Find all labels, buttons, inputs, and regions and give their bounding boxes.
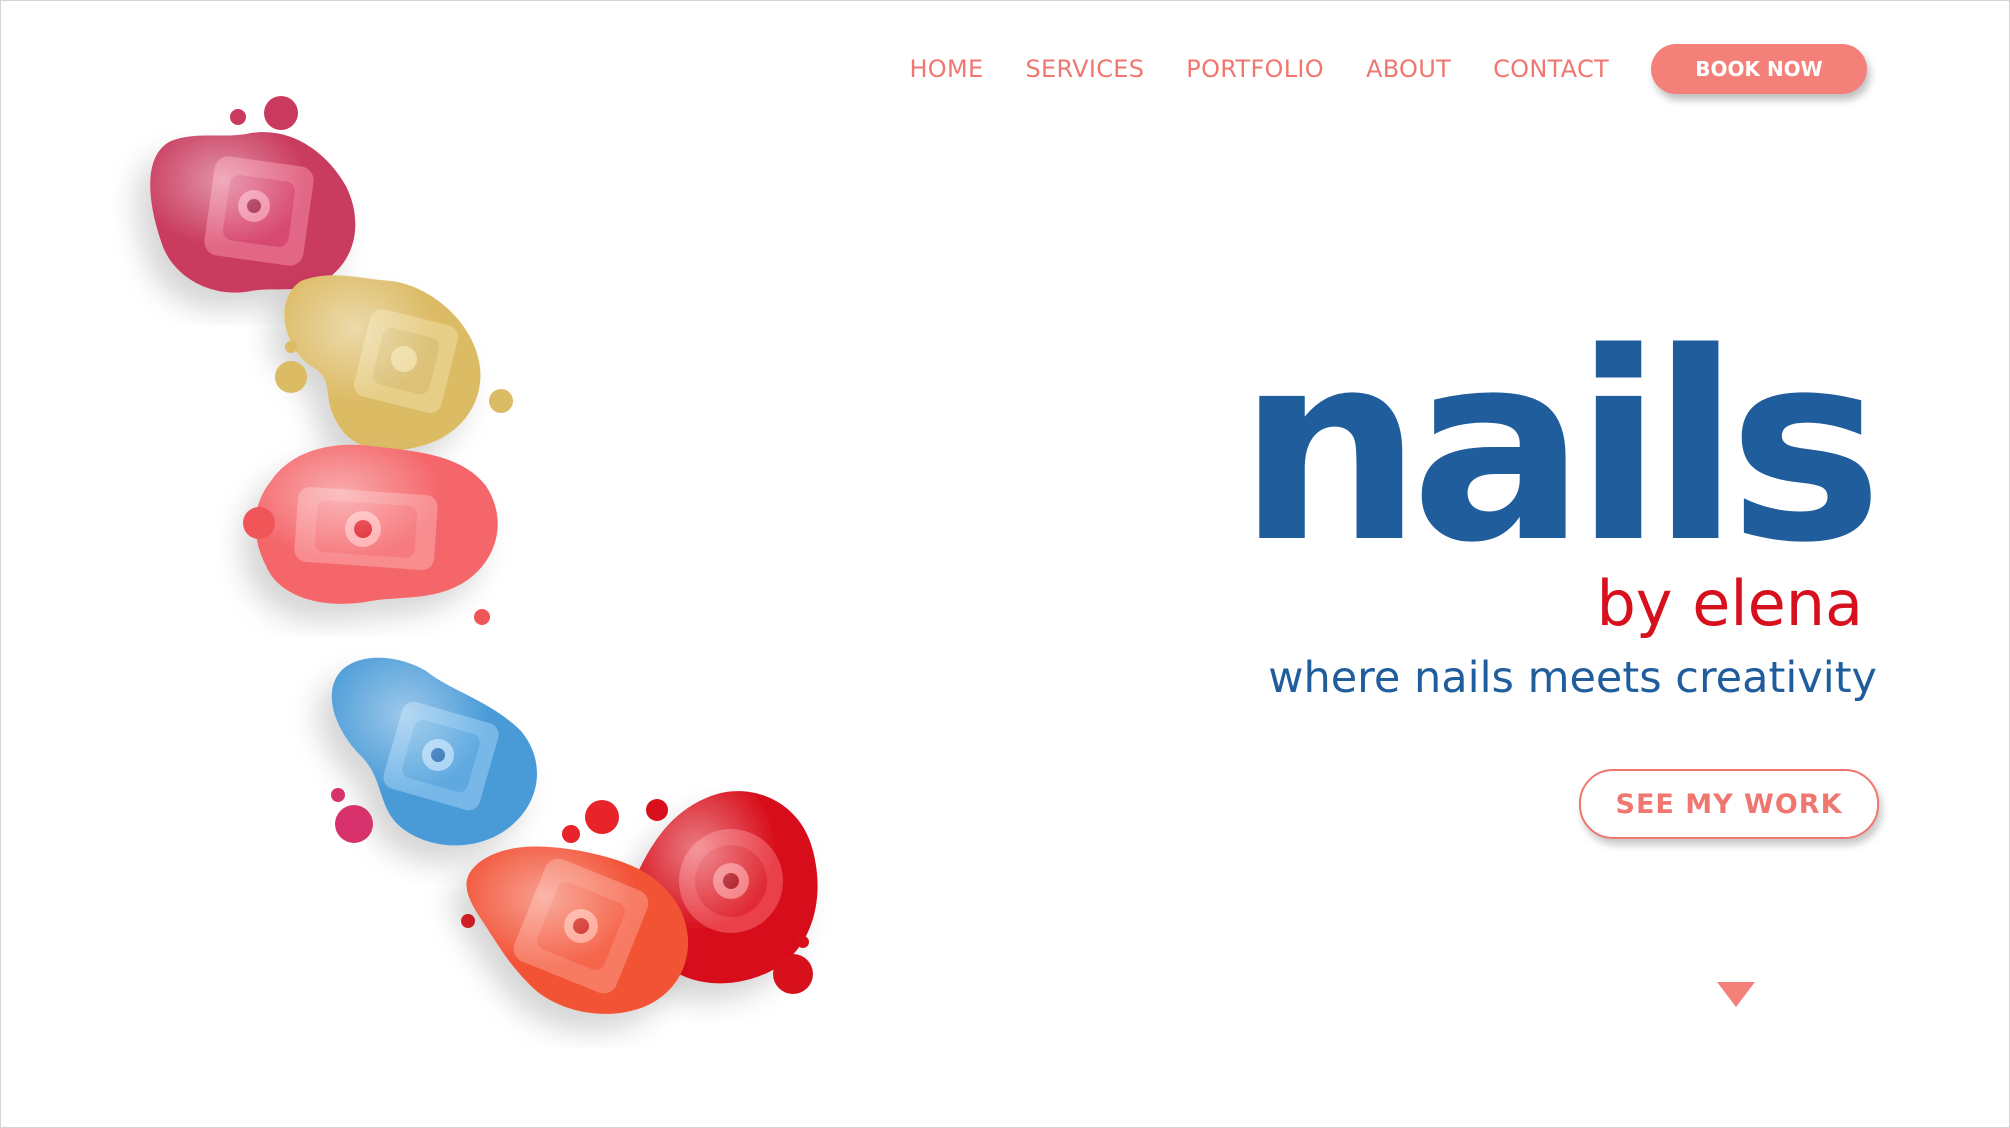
- see-my-work-button[interactable]: SEE MY WORK: [1579, 769, 1879, 839]
- scroll-down-icon[interactable]: [1717, 982, 1755, 1007]
- nav-about[interactable]: ABOUT: [1366, 55, 1451, 83]
- nav-contact[interactable]: CONTACT: [1493, 55, 1609, 83]
- landing-page: HOME SERVICES PORTFOLIO ABOUT CONTACT BO…: [0, 0, 2010, 1128]
- brand-byline: by elena: [1596, 567, 1863, 640]
- nav-home[interactable]: HOME: [909, 55, 983, 83]
- nav-services[interactable]: SERVICES: [1025, 55, 1144, 83]
- book-now-button[interactable]: BOOK NOW: [1651, 44, 1867, 94]
- main-nav: HOME SERVICES PORTFOLIO ABOUT CONTACT BO…: [909, 41, 1867, 97]
- nav-portfolio[interactable]: PORTFOLIO: [1186, 55, 1324, 83]
- brand-title: nails: [1237, 298, 1883, 600]
- tagline: where nails meets creativity: [1268, 653, 1877, 703]
- nail-polish-bottles-icon: [150, 96, 818, 1014]
